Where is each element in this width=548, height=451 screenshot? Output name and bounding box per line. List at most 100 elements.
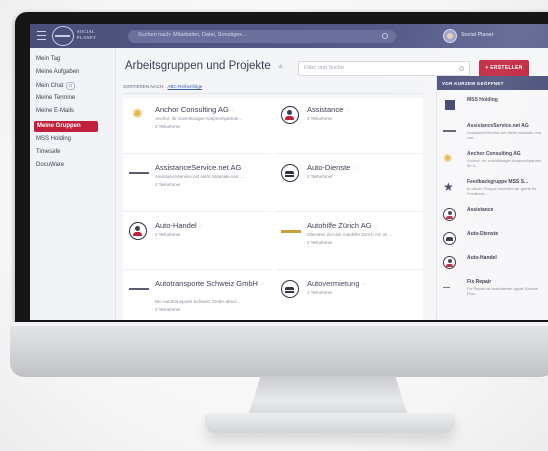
search-icon[interactable] [459,66,464,71]
group-members: 3 Teilnehmer [307,116,333,121]
recent-item[interactable]: ★ Feedbackgruppe MSS S... In dieser Grup… [437,176,548,202]
favorite-star-icon[interactable]: ☆ [362,282,366,288]
sidebar-item-meine-emails[interactable]: Meine E-Mails [36,108,74,118]
text-logo-icon: ▬▬ [443,285,450,289]
group-title[interactable]: Autohilfe Zürich AG [307,221,372,230]
globe-logo-icon [52,26,74,46]
people-icon [443,208,456,221]
recent-panel: VOR KURZEM GEÖFFNET MSS Holding Assistan… [436,76,548,320]
sidebar-item-meine-gruppen[interactable]: Meine Gruppen [34,121,98,132]
sidebar-item-mss-holding[interactable]: MSS Holding [36,136,71,146]
global-search-input[interactable]: Suchen nach: Mitarbeiter, Datei, Sonstig… [128,30,396,43]
group-members: 2 Teilnehmer [307,174,333,179]
people-icon [281,106,299,124]
group-members: 2 Teilnehmer [155,182,181,187]
group-title[interactable]: Auto-Dienste [307,163,350,172]
group-card[interactable]: Autohilfe Zürich AG ☆ Oberstes Ziel der A… [275,214,423,270]
company-logo-icon [443,124,457,138]
star-icon: ★ [443,180,454,194]
favorite-star-icon[interactable]: ☆ [243,166,247,172]
sidebar-item-meine-termine[interactable]: Meine Termine [36,95,75,105]
group-members: 2 Teilnehmer [155,307,181,312]
group-card[interactable]: Autovermietung ☆ 1 Teilnehmer [275,272,423,320]
filter-placeholder: Filter und Suche [304,65,345,71]
favorite-star-icon[interactable]: ★ [277,62,284,71]
chat-count-badge: 0 [66,82,75,90]
favorite-star-icon[interactable]: ☆ [260,282,264,288]
recent-item-description: AssistanceService.net steht nationale un… [467,130,542,140]
car-icon [281,280,299,298]
sort-dropdown[interactable]: ABC-Reihenfolge [167,84,202,89]
recent-item-title[interactable]: Assistance [467,207,493,213]
recent-item-title[interactable]: Feedbackgruppe MSS S... [467,179,528,185]
recent-item-title[interactable]: Fix Repair [467,279,491,285]
square-logo-icon [445,100,455,110]
sidebar-item-mein-tag[interactable]: Mein Tag [36,56,60,66]
sidebar: Mein Tag Meine Aufgaben Mein Chat 0 Meine… [30,48,116,320]
group-description: Oberstes Ziel der Autohilfe Zürich AG is… [307,232,393,237]
recent-item-description: Fix Repair ist autorisierter Apple Servi… [467,286,539,296]
group-description: Anchor, Ihr zuverlässiger Ansprechpartne… [155,116,243,121]
group-title[interactable]: Auto-Handel [155,221,197,230]
main-content: Arbeitsgruppen und Projekte ★ Filter und… [117,48,529,320]
recent-item-description: Anchor, Ihr zuverlässiger Ansprechpartne… [467,158,542,168]
group-title[interactable]: AssistanceService.net AG [155,163,241,172]
group-title[interactable]: Assistance [307,105,343,114]
sun-logo-icon: ✺ [443,153,453,165]
menu-icon[interactable] [37,31,46,40]
people-icon [129,222,147,240]
monitor-stand-base [205,413,455,433]
recent-item-title[interactable]: MSS Holding [467,97,498,103]
favorite-star-icon[interactable]: ☆ [199,224,203,230]
sidebar-item-mein-chat[interactable]: Mein Chat 0 [36,82,75,92]
recent-item-title[interactable]: Auto-Handel [467,255,497,261]
recent-item[interactable]: Assistance [437,204,548,230]
favorite-star-icon[interactable]: ☆ [352,166,356,172]
sidebar-item-timesafe[interactable]: Timesafe [36,149,60,159]
group-members: 2 Teilnehmer [307,240,333,245]
recent-item[interactable]: MSS Holding [437,94,548,120]
monitor-chin [10,322,548,377]
monitor-chin-edge [10,322,548,326]
logo-text: SOCIAL PLANET [77,29,97,40]
recent-item[interactable]: Auto-Handel [437,252,548,278]
group-title[interactable]: Anchor Consulting AG [155,105,229,114]
filter-search-input[interactable]: Filter und Suche [298,61,470,76]
recent-item[interactable]: ✺ Anchor Consulting AG Anchor, Ihr zuver… [437,148,548,174]
sidebar-item-meine-aufgaben[interactable]: Meine Aufgaben [36,69,79,79]
group-grid: Anchor Consulting AG☆ Anchor, Ihr zuverl… [123,98,423,320]
favorite-star-icon[interactable]: ☆ [374,224,378,230]
car-icon [443,232,456,245]
app-screen: SOCIAL PLANET Suchen nach: Mitarbeiter, … [30,24,548,320]
page-title: Arbeitsgruppen und Projekte [125,60,271,72]
group-description: AssistanceService.net steht nationale un… [155,174,244,179]
group-description: Die Autotransporte Schweiz GmbH absol... [155,299,241,304]
group-card[interactable]: Anchor Consulting AG☆ Anchor, Ihr zuverl… [123,98,271,154]
favorite-star-icon[interactable]: ☆ [345,108,349,114]
group-members: 2 Teilnehmer [155,232,181,237]
group-members: 1 Teilnehmer [307,290,333,295]
create-button[interactable]: + ERSTELLEN [479,60,529,77]
group-card[interactable]: Autotransporte Schweiz GmbH ☆ Die Autotra… [123,272,271,320]
group-card[interactable]: Assistance ☆ 3 Teilnehmer [275,98,423,154]
user-name[interactable]: Social Planet [461,32,493,38]
recent-item[interactable]: AssistanceService.net AG AssistanceServi… [437,120,548,146]
recent-item-title[interactable]: AssistanceService.net AG [467,123,529,129]
sort-label: SORTIEREN NACH: [123,84,165,89]
favorite-star-icon[interactable]: ☆ [231,108,235,114]
recent-item[interactable]: Auto-Dienste [437,228,548,254]
avatar[interactable] [443,29,457,43]
group-title[interactable]: Autotransporte Schweiz GmbH [155,279,258,288]
top-bar: SOCIAL PLANET Suchen nach: Mitarbeiter, … [30,24,548,48]
company-logo-icon [129,164,151,182]
group-card[interactable]: Auto-Handel ☆ 2 Teilnehmer [123,214,271,270]
sidebar-item-docuware[interactable]: DocuWare [36,162,64,172]
company-logo-icon [129,280,151,298]
recent-item[interactable]: ▬▬ Fix Repair Fix Repair ist autorisiert… [437,276,548,302]
group-title[interactable]: Autovermietung [307,279,360,288]
recent-item-title[interactable]: Anchor Consulting AG [467,151,521,157]
search-icon[interactable] [382,33,388,39]
group-card[interactable]: AssistanceService.net AG ☆ AssistanceServ… [123,156,271,212]
group-card[interactable]: Auto-Dienste ☆ 2 Teilnehmer [275,156,423,212]
recent-item-title[interactable]: Auto-Dienste [467,231,498,237]
